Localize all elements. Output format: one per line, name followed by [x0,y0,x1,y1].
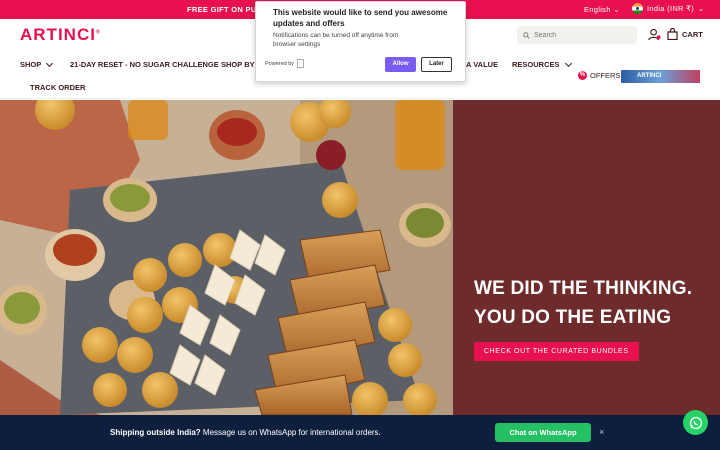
nav-item-label: 21-DAY RESET - NO SUGAR CHALLENGE [70,60,219,69]
whatsapp-button-label: Chat on WhatsApp [509,428,577,437]
nav-item-value[interactable]: A VALUE [466,60,498,69]
chevron-down-icon [564,59,572,67]
close-icon[interactable]: × [599,427,604,437]
page: FREE GIFT ON PURCHAS English ⌄ India (IN… [0,0,720,450]
shipping-message: Shipping outside India? Message us on Wh… [110,428,381,437]
offers-label: OFFERS [590,71,621,80]
chevron-down-icon [46,59,54,67]
cart-icon [667,28,678,40]
offers-link[interactable]: % OFFERS [578,71,620,80]
chevron-down-icon: ⌄ [698,4,705,13]
nav-item-shop[interactable]: SHOP [20,59,54,69]
prompt-title: This website would like to send you awes… [273,8,448,28]
shipping-text: Message us on WhatsApp for international… [202,428,381,437]
offers-badge: % [578,71,587,80]
nav-item-label: RESOURCES [512,60,560,69]
hero-image [0,100,453,415]
nav-banner-label: ARTINCI [637,73,662,79]
nav-item-no-sugar-challenge[interactable]: 21-DAY RESET - NO SUGAR CHALLENGE [70,60,219,69]
nav-item-label: A VALUE [466,60,499,69]
country-selector[interactable]: India (INR ₹) ⌄ [632,3,705,14]
hero-text-panel: WE DID THE THINKING. YOU DO THE EATING C… [453,100,720,415]
language-selector[interactable]: English ⌄ [584,5,620,14]
language-label: English [584,5,611,14]
powered-by-label: Powered by [265,60,295,67]
search-icon [523,31,530,39]
hero-section: WE DID THE THINKING. YOU DO THE EATING C… [0,100,720,415]
user-icon[interactable] [648,28,661,41]
cart-label: CART [682,29,703,39]
international-shipping-bar: Shipping outside India? Message us on Wh… [0,415,720,450]
nav-promo-banner[interactable]: ARTINCI [621,70,700,83]
nav-item-resources[interactable]: RESOURCES [512,59,572,69]
whatsapp-icon [689,416,702,429]
nav-item-track-order[interactable]: TRACK ORDER [30,83,85,92]
nav-item-label: SHOP [20,60,42,69]
later-button[interactable]: Later [421,57,452,72]
logo-text: ARTINCI [20,25,96,44]
hero-headline-line1: WE DID THE THINKING. [474,278,693,299]
logo-mark: ® [95,29,101,36]
flag-icon [632,3,643,14]
nav-item-label: TRACK ORDER [30,83,86,92]
allow-button[interactable]: Allow [385,57,416,72]
broken-image-icon [297,59,305,68]
food-spread-illustration [0,100,453,415]
curated-bundles-button[interactable]: CHECK OUT THE CURATED BUNDLES [474,342,639,361]
chat-on-whatsapp-button[interactable]: Chat on WhatsApp [495,423,591,442]
prompt-subtitle: Notifications can be turned off anytime … [273,32,399,48]
country-label: India (INR ₹) [647,4,695,13]
hero-headline-line2: YOU DO THE EATING [474,307,672,328]
whatsapp-float-button[interactable] [683,410,708,435]
push-notification-prompt: This website would like to send you awes… [255,1,466,82]
powered-by: Powered by [265,59,305,68]
logo[interactable]: ARTINCI® [20,25,101,45]
chevron-down-icon: ⌄ [613,5,620,14]
hero-headline: WE DID THE THINKING. YOU DO THE EATING [474,274,692,332]
search-box[interactable] [517,26,637,44]
cart-button[interactable]: CART [667,28,703,40]
shipping-question: Shipping outside India? [110,428,201,437]
search-input[interactable] [534,31,634,39]
